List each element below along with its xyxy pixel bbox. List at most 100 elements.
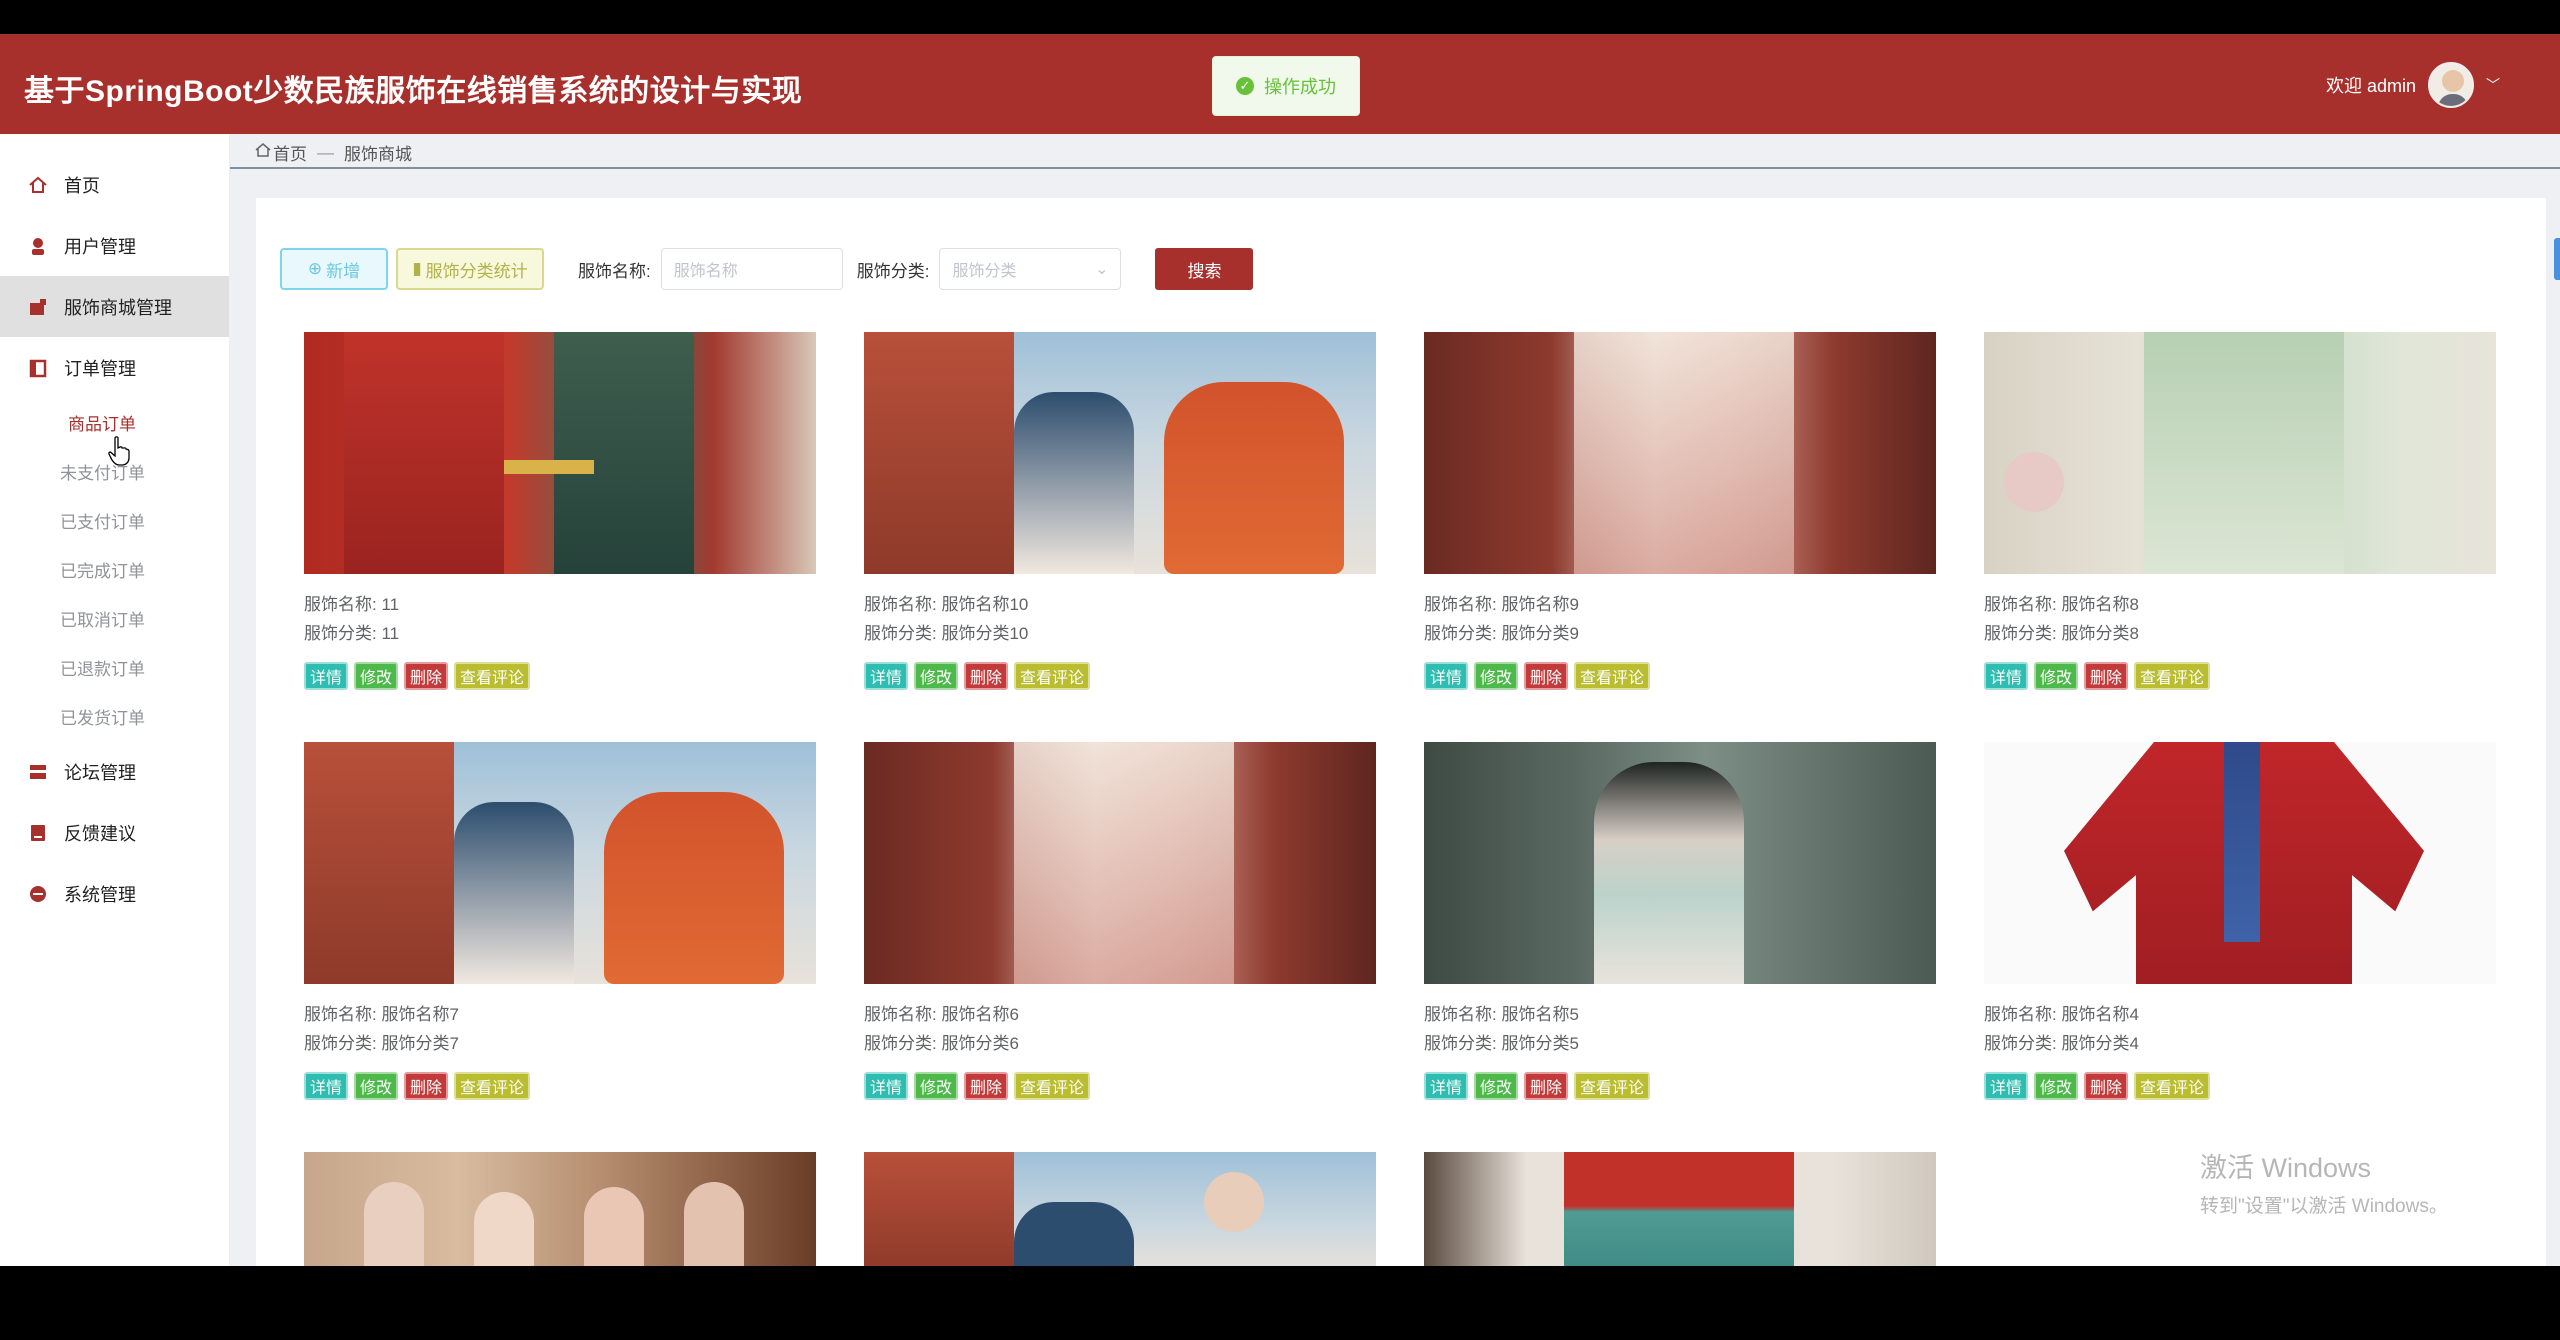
product-name: 服饰名称10 <box>941 595 1029 614</box>
app-window: 基于SpringBoot少数民族服饰在线销售系统的设计与实现 ✓ 操作成功 欢迎… <box>0 34 2560 1266</box>
detail-button[interactable]: 详情 <box>304 1072 349 1100</box>
detail-button[interactable]: 详情 <box>864 662 909 690</box>
delete-button[interactable]: 删除 <box>1524 1072 1569 1100</box>
product-name: 服饰名称8 <box>2061 595 2139 614</box>
product-card: 服饰名称: 服饰名称9 服饰分类: 服饰分类9 详情 修改 删除 查看评论 <box>1424 332 1936 722</box>
product-card: 服饰名称: 服饰名称7 服饰分类: 服饰分类7 详情 修改 删除 查看评论 <box>304 742 816 1132</box>
product-name-label: 服饰名称: <box>1984 1005 2057 1024</box>
name-search-input[interactable]: 服饰名称 <box>660 248 843 290</box>
view-comments-button[interactable]: 查看评论 <box>454 662 531 690</box>
success-toast: ✓ 操作成功 <box>1212 56 1360 116</box>
edit-button[interactable]: 修改 <box>354 1072 399 1100</box>
view-comments-button[interactable]: 查看评论 <box>1574 662 1651 690</box>
sidebar-item-orders[interactable]: 订单管理 <box>0 337 229 398</box>
sidebar-subitem-refunded[interactable]: 已退款订单 <box>0 643 229 692</box>
product-image[interactable] <box>1424 332 1936 574</box>
view-comments-button[interactable]: 查看评论 <box>1014 1072 1091 1100</box>
product-card <box>304 1152 816 1266</box>
view-comments-button[interactable]: 查看评论 <box>2134 1072 2211 1100</box>
product-image[interactable] <box>304 742 816 984</box>
category-stats-button[interactable]: ▮ 服饰分类统计 <box>396 248 544 290</box>
view-comments-button[interactable]: 查看评论 <box>1574 1072 1651 1100</box>
view-comments-button[interactable]: 查看评论 <box>1014 662 1091 690</box>
product-image[interactable] <box>864 742 1376 984</box>
sidebar-subitem-cancelled[interactable]: 已取消订单 <box>0 594 229 643</box>
delete-button[interactable]: 删除 <box>964 1072 1009 1100</box>
product-name-label: 服饰名称: <box>864 1005 937 1024</box>
card-actions: 详情 修改 删除 查看评论 <box>864 1072 1376 1100</box>
order-icon <box>28 358 48 378</box>
product-image[interactable] <box>1984 332 2496 574</box>
sidebar-item-label: 首页 <box>64 175 100 196</box>
delete-button[interactable]: 删除 <box>964 662 1009 690</box>
product-image[interactable] <box>864 1152 1376 1266</box>
sidebar-item-home[interactable]: 首页 <box>0 154 229 215</box>
app-title: 基于SpringBoot少数民族服饰在线销售系统的设计与实现 <box>24 75 803 108</box>
product-category: 服饰分类6 <box>941 1034 1019 1053</box>
delete-button[interactable]: 删除 <box>2084 1072 2129 1100</box>
chevron-down-icon: ⌄ <box>1095 261 1109 278</box>
sidebar-item-feedback[interactable]: 反馈建议 <box>0 802 229 863</box>
sidebar-subitem-paid[interactable]: 已支付订单 <box>0 496 229 545</box>
detail-button[interactable]: 详情 <box>304 662 349 690</box>
delete-button[interactable]: 删除 <box>404 662 449 690</box>
product-image[interactable] <box>304 332 816 574</box>
product-image[interactable] <box>304 1152 816 1266</box>
product-card <box>864 1152 1376 1266</box>
add-button[interactable]: ⊕ 新增 <box>280 248 388 290</box>
side-handle[interactable] <box>2554 238 2560 280</box>
detail-button[interactable]: 详情 <box>1984 1072 2029 1100</box>
system-icon <box>28 884 48 904</box>
edit-button[interactable]: 修改 <box>914 1072 959 1100</box>
delete-button[interactable]: 删除 <box>404 1072 449 1100</box>
toolbar: ⊕ 新增 ▮ 服饰分类统计 服饰名称: 服饰名称 服饰分类: 服饰分类 ⌄ 搜索 <box>280 248 1254 290</box>
chevron-down-icon[interactable]: ﹀ <box>2486 75 2500 95</box>
product-image[interactable] <box>1424 1152 1936 1266</box>
edit-button[interactable]: 修改 <box>2034 1072 2079 1100</box>
hand-cursor-icon <box>108 436 130 466</box>
detail-button[interactable]: 详情 <box>1424 1072 1469 1100</box>
sidebar-subitem-shipped[interactable]: 已发货订单 <box>0 692 229 741</box>
sidebar-item-label: 服饰商城管理 <box>64 297 172 318</box>
edit-button[interactable]: 修改 <box>2034 662 2079 690</box>
product-info: 服饰名称: 服饰名称5 服饰分类: 服饰分类5 <box>1424 1000 1936 1058</box>
detail-button[interactable]: 详情 <box>1424 662 1469 690</box>
view-comments-button[interactable]: 查看评论 <box>2134 662 2211 690</box>
welcome-text: 欢迎 admin <box>2325 76 2416 96</box>
product-category-label: 服饰分类: <box>1424 624 1497 643</box>
search-button[interactable]: 搜索 <box>1155 248 1254 290</box>
edit-button[interactable]: 修改 <box>1474 1072 1519 1100</box>
delete-button[interactable]: 删除 <box>2084 662 2129 690</box>
detail-button[interactable]: 详情 <box>864 1072 909 1100</box>
product-image[interactable] <box>864 332 1376 574</box>
toast-text: 操作成功 <box>1264 77 1336 97</box>
sidebar-subitem-completed[interactable]: 已完成订单 <box>0 545 229 594</box>
view-comments-button[interactable]: 查看评论 <box>454 1072 531 1100</box>
avatar[interactable] <box>2428 62 2474 108</box>
product-category: 服饰分类9 <box>1501 624 1579 643</box>
edit-button[interactable]: 修改 <box>1474 662 1519 690</box>
product-image[interactable] <box>1424 742 1936 984</box>
sidebar-item-shop[interactable]: 服饰商城管理 <box>0 276 229 337</box>
sidebar-item-system[interactable]: 系统管理 <box>0 863 229 924</box>
user-menu[interactable]: 欢迎 admin ﹀ <box>2326 62 2500 108</box>
product-image[interactable] <box>1984 742 2496 984</box>
category-select[interactable]: 服饰分类 ⌄ <box>939 248 1122 290</box>
edit-button[interactable]: 修改 <box>354 662 399 690</box>
delete-button[interactable]: 删除 <box>1524 662 1569 690</box>
sidebar-item-label: 论坛管理 <box>64 762 136 783</box>
breadcrumb-separator: — <box>317 142 334 162</box>
product-card: 服饰名称: 服饰名称6 服饰分类: 服饰分类6 详情 修改 删除 查看评论 <box>864 742 1376 1132</box>
product-card: 服饰名称: 服饰名称4 服饰分类: 服饰分类4 详情 修改 删除 查看评论 <box>1984 742 2496 1132</box>
sidebar-item-forum[interactable]: 论坛管理 <box>0 741 229 802</box>
breadcrumb-home[interactable]: 首页 <box>273 140 307 165</box>
sidebar-item-label: 用户管理 <box>64 236 136 257</box>
product-name: 服饰名称7 <box>381 1005 459 1024</box>
sidebar-item-users[interactable]: 用户管理 <box>0 215 229 276</box>
divider <box>230 167 2560 169</box>
edit-button[interactable]: 修改 <box>914 662 959 690</box>
detail-button[interactable]: 详情 <box>1984 662 2029 690</box>
card-actions: 详情 修改 删除 查看评论 <box>304 1072 816 1100</box>
sidebar-item-label: 订单管理 <box>64 358 136 379</box>
windows-activation-watermark: 激活 Windows 转到"设置"以激活 Windows。 <box>2200 1146 2448 1218</box>
